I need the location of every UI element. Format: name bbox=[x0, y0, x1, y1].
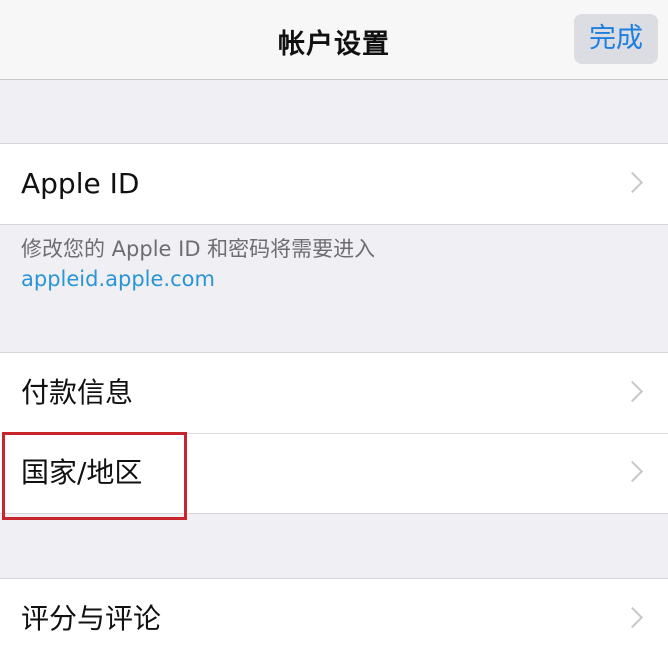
navigation-bar: 帐户设置 完成 bbox=[0, 0, 668, 80]
ratings-reviews-label: 评分与评论 bbox=[21, 602, 162, 635]
payment-info-label: 付款信息 bbox=[21, 376, 134, 409]
ratings-reviews-row[interactable]: 评分与评论 bbox=[0, 579, 668, 659]
appleid-link[interactable]: appleid.apple.com bbox=[21, 264, 375, 294]
apple-id-label: Apple ID bbox=[21, 167, 140, 200]
chevron-right-icon bbox=[621, 606, 644, 629]
country-region-row[interactable]: 国家/地区 bbox=[0, 433, 668, 513]
payment-info-row[interactable]: 付款信息 bbox=[0, 353, 668, 433]
account-group: 付款信息 国家/地区 bbox=[0, 352, 668, 514]
apple-id-footer: 修改您的 Apple ID 和密码将需要进入 appleid.apple.com bbox=[21, 234, 375, 294]
apple-id-group: Apple ID bbox=[0, 143, 668, 225]
country-region-label: 国家/地区 bbox=[21, 456, 143, 489]
apple-id-row[interactable]: Apple ID bbox=[0, 144, 668, 224]
chevron-right-icon bbox=[621, 380, 644, 403]
apple-id-footer-text: 修改您的 Apple ID 和密码将需要进入 bbox=[21, 237, 376, 261]
chevron-right-icon bbox=[621, 460, 644, 483]
chevron-right-icon bbox=[621, 171, 644, 194]
page-title: 帐户设置 bbox=[278, 29, 390, 60]
done-button[interactable]: 完成 bbox=[574, 14, 658, 64]
ratings-group: 评分与评论 bbox=[0, 578, 668, 659]
